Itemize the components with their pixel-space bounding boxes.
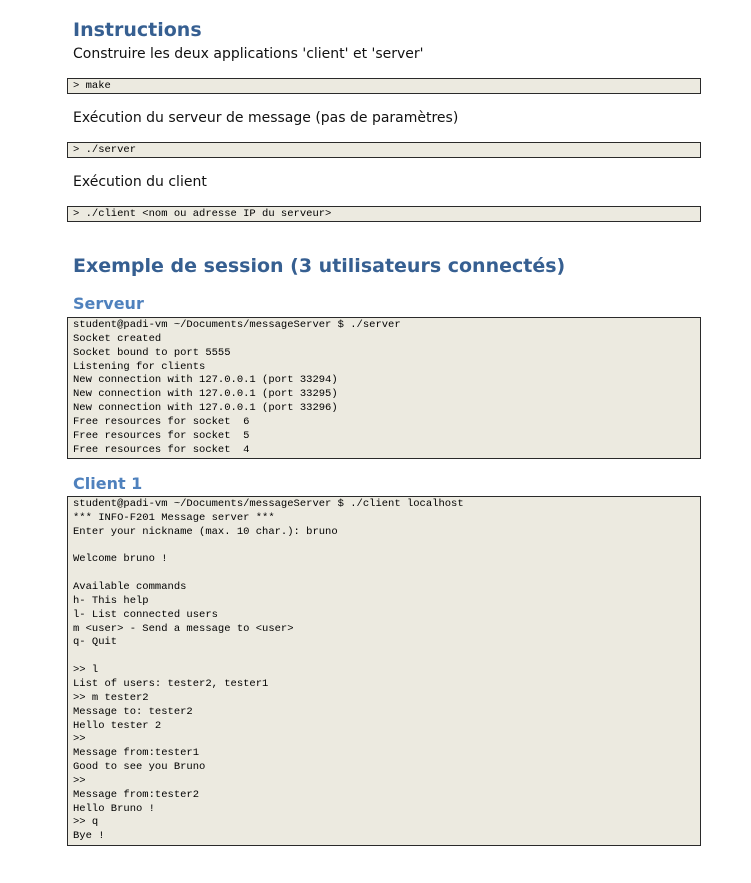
console-line: Free resources for socket 4 <box>73 443 250 456</box>
server-command-box: > ./server <box>67 142 701 158</box>
console-line: student@padi-vm ~/Documents/messageServe… <box>73 319 401 331</box>
client-command-line: > ./client <nom ou adresse IP du serveur… <box>73 208 332 220</box>
console-line: Enter your nickname (max. 10 char.): bru… <box>73 525 338 538</box>
console-line: >> l <box>73 664 99 677</box>
console-line: Hello tester 2 <box>73 719 162 732</box>
console-line: l- List connected users <box>73 608 218 621</box>
console-line: New connection with 127.0.0.1 (port 3329… <box>73 374 338 387</box>
console-line: List of users: tester2, tester1 <box>73 677 269 690</box>
client1-subheading: Client 1 <box>73 474 143 493</box>
console-line: Message from:tester2 <box>73 788 200 801</box>
console-line: >> m tester2 <box>73 691 149 704</box>
console-line: Socket bound to port 5555 <box>73 346 231 359</box>
console-line: Free resources for socket 5 <box>73 429 250 442</box>
console-line: m <user> - Send a message to <user> <box>73 622 294 635</box>
console-line: *** INFO-F201 Message server *** <box>73 511 275 524</box>
console-line: New connection with 127.0.0.1 (port 3329… <box>73 388 338 401</box>
console-line: >> <box>73 774 86 787</box>
server-command-line: > ./server <box>73 144 137 156</box>
server-subheading: Serveur <box>73 294 144 313</box>
server-run-instruction-text: Exécution du serveur de message (pas de … <box>73 110 459 126</box>
console-line: Good to see you Bruno <box>73 761 206 774</box>
console-line: Message from:tester1 <box>73 747 200 760</box>
console-line: >> q <box>73 816 99 829</box>
instructions-heading: Instructions <box>73 19 202 41</box>
make-command-box: > make <box>67 78 701 94</box>
console-line: Message to: tester2 <box>73 705 193 718</box>
console-line: h- This help <box>73 594 149 607</box>
session-example-heading: Exemple de session (3 utilisateurs conne… <box>73 255 566 277</box>
console-line: Socket created <box>73 332 162 345</box>
console-line: q- Quit <box>73 636 118 649</box>
console-line: Bye ! <box>73 830 105 843</box>
server-output-box: student@padi-vm ~/Documents/messageServe… <box>67 317 701 459</box>
console-line: Welcome bruno ! <box>73 553 168 566</box>
console-line: Listening for clients <box>73 360 206 373</box>
client-command-box: > ./client <nom ou adresse IP du serveur… <box>67 206 701 222</box>
console-line: >> <box>73 733 86 746</box>
client-run-instruction-text: Exécution du client <box>73 174 207 190</box>
make-command-line: > make <box>73 80 111 92</box>
console-line: New connection with 127.0.0.1 (port 3329… <box>73 402 338 415</box>
console-line: Free resources for socket 6 <box>73 415 250 428</box>
console-line: Available commands <box>73 581 187 594</box>
build-instruction-text: Construire les deux applications 'client… <box>73 46 424 62</box>
client1-output-box: student@padi-vm ~/Documents/messageServe… <box>67 496 701 846</box>
console-line: Hello Bruno ! <box>73 802 155 815</box>
console-line: student@padi-vm ~/Documents/messageServe… <box>73 498 464 510</box>
